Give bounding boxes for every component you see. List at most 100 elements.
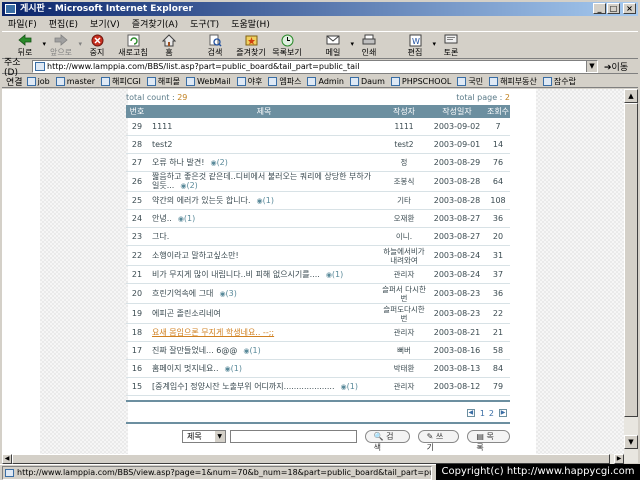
toolbar-button-refresh[interactable]: 새로고침 (116, 32, 150, 58)
link-item[interactable]: 엠파스 (268, 76, 301, 87)
menu-favorites[interactable]: 즐겨찾기(A) (126, 17, 184, 30)
row-title-cell: 홈페이지 멋지네요.. (1) (148, 364, 380, 374)
links-label: 연결 (6, 77, 23, 88)
link-item[interactable]: 해피부동산 (489, 76, 537, 87)
link-page-icon (185, 76, 195, 86)
row-title-link[interactable]: 에피곤 졸린소리네여 (152, 309, 221, 318)
table-row: 29 1111 1111 2003-09-02 7 (126, 118, 510, 136)
search-field-select[interactable]: 제목 ▼ (182, 429, 226, 443)
row-title-link[interactable]: [중계입수] 정양시잔 노출부위 어디까지...................… (152, 382, 335, 391)
row-title-cell: 비가 무지게 많이 내립니다..비 피해 없으시기를.... (1) (148, 270, 380, 280)
forward-arrow-icon (53, 33, 69, 47)
scroll-left-icon[interactable]: ◀ (2, 454, 12, 464)
row-title-link[interactable]: 소행이라고 말하고싶소만! (152, 251, 239, 260)
prev-page-icon[interactable]: ◀ (466, 409, 475, 417)
row-num: 26 (131, 177, 143, 186)
link-page-icon (55, 76, 65, 86)
row-title-link[interactable]: 오류 하나 발견! (152, 158, 204, 167)
scroll-right-icon[interactable]: ▶ (614, 454, 624, 464)
toolbar-button-home[interactable]: 홈 (152, 32, 186, 58)
horizontal-scrollbar[interactable]: ◀ ▶ (2, 454, 624, 464)
menu-edit[interactable]: 편집(E) (43, 17, 84, 30)
toolbar-button-edit[interactable]: W 편집 ▾ (398, 32, 436, 58)
go-button[interactable]: ➔이동 (604, 60, 628, 73)
address-input[interactable]: http://www.lamppia.com/BBS/list.asp?part… (32, 60, 598, 73)
page-link[interactable]: 1 (480, 409, 485, 418)
row-title-link[interactable]: 홈페이지 멋지네요.. (152, 364, 219, 373)
link-item[interactable]: Admin (307, 76, 344, 86)
row-title-link[interactable]: 약간의 에러가 있는듯 합니다. (152, 196, 251, 205)
row-title-link[interactable]: 1111 (152, 122, 172, 131)
row-title-link[interactable]: 안녕.. (152, 214, 172, 223)
next-page-icon[interactable]: ▶ (499, 409, 507, 417)
total-page-value: 2 (504, 93, 510, 102)
history-icon (279, 33, 295, 47)
list-button[interactable]: ▤ 목록 (467, 429, 510, 452)
toolbar-button-favorites[interactable]: 즐겨찾기 (234, 32, 268, 58)
search-input[interactable] (229, 429, 357, 443)
row-num: 27 (131, 158, 143, 167)
row-num: 20 (131, 289, 143, 298)
row-author: 이니. (395, 232, 413, 241)
row-date: 2003-08-24 (433, 251, 481, 260)
search-button[interactable]: 🔍 검색 (364, 429, 410, 452)
minimize-icon[interactable]: _ (593, 3, 606, 14)
link-item[interactable]: 해피몰 (146, 76, 180, 87)
row-title-link[interactable]: 비가 무지게 많이 내립니다..비 피해 없으시기를.... (152, 270, 320, 279)
scroll-up-icon[interactable]: ▲ (624, 89, 638, 103)
row-num: 18 (131, 328, 143, 337)
table-row: 16 홈페이지 멋지네요.. (1) 박태환 2003-08-13 84 (126, 360, 510, 378)
row-title-link[interactable]: 진짜 잘만들었네... 6@@ (152, 346, 237, 355)
table-row: 28 test2 test2 2003-09-01 14 (126, 136, 510, 154)
write-button-label: 쓰기 (426, 431, 444, 452)
row-author: 조봉식 (393, 177, 415, 186)
search-button-label: 검색 (373, 431, 394, 452)
row-title-link[interactable]: test2 (152, 140, 172, 149)
link-item[interactable]: master (55, 76, 95, 86)
row-title-link[interactable]: 흐린기억속에 그대 (152, 289, 213, 298)
row-title-link[interactable]: 그다. (152, 232, 169, 241)
menu-file[interactable]: 파일(F) (2, 17, 43, 30)
toolbar-button-print[interactable]: 인쇄 (352, 32, 386, 58)
row-date: 2003-09-01 (433, 140, 481, 149)
toolbar-button-discuss[interactable]: 토론 (434, 32, 468, 58)
pagination: ◀ 12 ▶ (126, 406, 510, 420)
toolbar-button-history[interactable]: 목록보기 (270, 32, 304, 58)
row-title-link[interactable]: 요새 몸임으론 무지게 학생네요.. --;; (152, 328, 274, 337)
menu-tools[interactable]: 도구(T) (184, 17, 225, 30)
link-item[interactable]: 야후 (236, 76, 262, 87)
list-button-label: 목록 (476, 431, 494, 452)
link-item[interactable]: 잡수랍 (542, 76, 576, 87)
copyright-banner: Copyright(c) http://www.happycgi.com (436, 464, 640, 480)
link-item[interactable]: WebMail (185, 76, 231, 86)
toolbar-button-mail[interactable]: 메일 ▾ (316, 32, 354, 58)
toolbar-button-search[interactable]: 검색 (198, 32, 232, 58)
link-item[interactable]: job (26, 76, 50, 86)
maximize-icon[interactable]: □ (607, 3, 620, 14)
hscroll-thumb[interactable] (12, 454, 610, 464)
toolbar-button-forward-arrow[interactable]: 앞으로 ▾ (44, 32, 82, 58)
menu-help[interactable]: 도움말(H) (225, 17, 276, 30)
comment-count: (2) (210, 158, 227, 167)
row-num: 23 (131, 232, 143, 241)
link-label: PHPSCHOOL (401, 76, 452, 86)
address-dropdown-icon[interactable]: ▼ (586, 61, 597, 72)
menu-view[interactable]: 보기(V) (84, 17, 126, 30)
right-pattern-panel (536, 89, 624, 463)
vertical-scrollbar[interactable]: ▲ ▼ (624, 89, 638, 463)
table-row: 15 [중계입수] 정양시잔 노출부위 어디까지.................… (126, 378, 510, 396)
link-item[interactable]: 해피CGI (100, 76, 141, 87)
close-icon[interactable]: × (623, 3, 636, 14)
link-page-icon (100, 76, 110, 86)
write-button[interactable]: ✎ 쓰기 (417, 429, 460, 452)
link-item[interactable]: Daum (349, 76, 385, 86)
scroll-thumb[interactable] (624, 103, 638, 417)
page-link[interactable]: 2 (489, 409, 494, 418)
link-item[interactable]: PHPSCHOOL (390, 76, 452, 86)
scroll-down-icon[interactable]: ▼ (624, 435, 638, 449)
link-item[interactable]: 국민 (457, 76, 483, 87)
toolbar-button-stop[interactable]: 중지 (80, 32, 114, 58)
svg-text:W: W (412, 37, 420, 46)
row-num: 21 (131, 270, 143, 279)
link-label: 해피몰 (157, 76, 180, 86)
